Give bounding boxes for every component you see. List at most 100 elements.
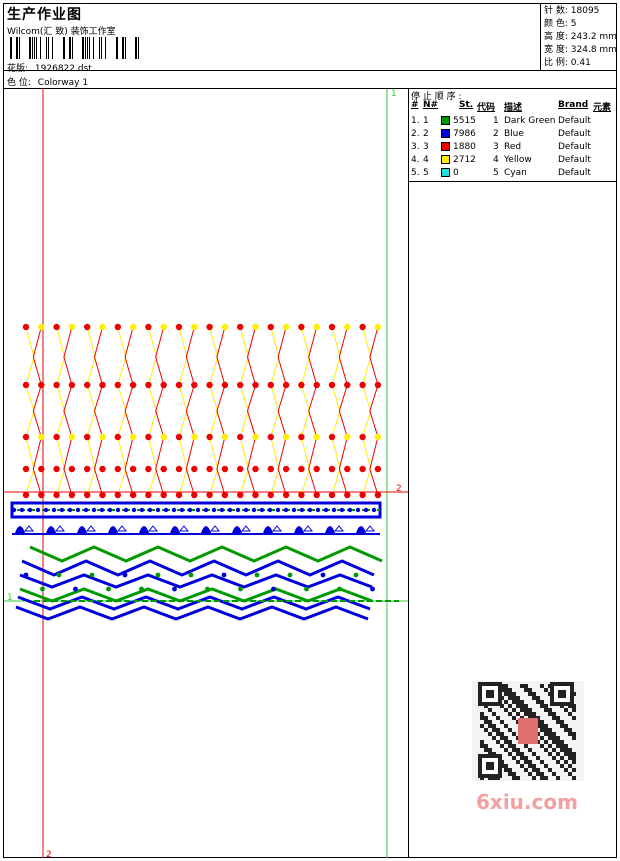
qr-module — [480, 724, 484, 728]
barcode-bar — [116, 37, 118, 59]
stat-value: 5 — [570, 19, 577, 29]
stitch-dot — [129, 465, 137, 473]
qr-module — [484, 720, 488, 724]
qr-module — [564, 744, 568, 748]
qr-module — [516, 776, 520, 780]
qr-module — [508, 712, 512, 716]
stat-label: 宽 度: — [544, 45, 568, 55]
qr-module — [552, 732, 556, 736]
stitch-dot — [237, 465, 244, 473]
stat-scale: 比 例: 0.41 — [544, 57, 617, 70]
qr-module — [492, 728, 496, 732]
stitch-dot — [23, 572, 29, 578]
stitch-dot — [328, 465, 336, 473]
qr-module — [536, 696, 540, 700]
qr-module — [532, 712, 536, 716]
qr-module — [512, 744, 516, 748]
stitch-dot — [374, 433, 382, 441]
qr-module — [488, 724, 492, 728]
stitch-dot — [22, 465, 30, 473]
stitch-dot — [99, 433, 106, 441]
qr-module — [544, 764, 548, 768]
blue-zigzag — [15, 605, 369, 621]
doc-title: 生产作业图 — [7, 7, 82, 23]
stitch-dot — [38, 491, 45, 499]
stitch-dot — [243, 507, 249, 513]
blue-triangle — [240, 525, 252, 532]
qr-module — [540, 760, 544, 764]
blue-drop — [139, 526, 149, 533]
qr-module — [548, 712, 552, 716]
stitch-dot — [221, 465, 229, 473]
watermark-text: 6xiu.com — [476, 790, 578, 814]
stitch-dot — [43, 507, 49, 513]
stitch-dot — [344, 433, 351, 441]
stitch-dot — [344, 491, 351, 499]
qr-module — [556, 752, 560, 756]
qr-module — [540, 736, 544, 740]
stitch-dot — [175, 491, 183, 499]
stitch-dot — [374, 465, 382, 473]
stitch-dot — [53, 491, 60, 499]
stitch-dot — [206, 465, 213, 473]
table-row: 2. 2 7986 2 Blue Default — [411, 129, 616, 142]
blue-triangle — [209, 525, 221, 532]
blue-triangle — [147, 525, 159, 532]
barcode-bar — [16, 37, 18, 59]
col-header: St. — [459, 100, 474, 110]
stitch-dot — [160, 491, 167, 499]
qr-module — [536, 700, 540, 704]
qr-module — [480, 716, 484, 720]
qr-module — [572, 716, 576, 720]
row-brand: Default — [558, 155, 591, 165]
stitch-dot — [298, 433, 305, 441]
qr-module — [544, 704, 548, 708]
qr-module — [524, 744, 528, 748]
stat-colors: 颜 色: 5 — [544, 18, 617, 31]
stitch-dot — [129, 323, 137, 331]
stitch-dot — [163, 507, 169, 513]
stitch-dot — [313, 491, 320, 499]
stitch-dot — [53, 381, 60, 389]
qr-module — [516, 748, 520, 752]
qr-module — [544, 748, 548, 752]
stitch-dot — [282, 381, 290, 389]
stitch-dot — [304, 586, 309, 592]
row-stitches: 0 — [453, 168, 459, 178]
qr-module — [512, 772, 516, 776]
stitch-dot — [282, 491, 290, 499]
stitch-dot — [298, 381, 305, 389]
barcode-bar — [105, 37, 106, 59]
stitch-dot — [115, 507, 121, 513]
barcode-bar — [10, 37, 12, 59]
stitch-dot — [221, 433, 229, 441]
qr-module — [556, 740, 560, 744]
stitch-dot — [252, 381, 259, 389]
stitch-dot — [344, 323, 351, 331]
qr-module — [564, 760, 568, 764]
stitch-dot — [313, 465, 320, 473]
barcode-bar — [99, 37, 100, 59]
row-desc: Yellow — [504, 155, 532, 165]
qr-module — [512, 700, 516, 704]
qr-module — [552, 736, 556, 740]
stitch-dot — [53, 323, 60, 331]
qr-module — [500, 732, 504, 736]
stitch-dot — [331, 507, 337, 513]
barcode-bar — [138, 37, 139, 59]
color-swatch — [441, 155, 450, 164]
qr-module — [568, 772, 572, 776]
qr-module — [512, 692, 516, 696]
stitch-dot — [267, 381, 274, 389]
barcode-bar — [19, 37, 20, 59]
qr-module — [540, 720, 544, 724]
guide-label: 2 — [46, 850, 52, 858]
qr-finder-center — [558, 690, 566, 698]
qr-module — [492, 724, 496, 728]
stitch-dot — [267, 433, 274, 441]
stitch-dot — [89, 572, 95, 578]
row-code: 5 — [493, 168, 499, 178]
qr-module — [540, 744, 544, 748]
stitch-dot — [68, 465, 76, 473]
qr-finder-center — [486, 690, 494, 698]
